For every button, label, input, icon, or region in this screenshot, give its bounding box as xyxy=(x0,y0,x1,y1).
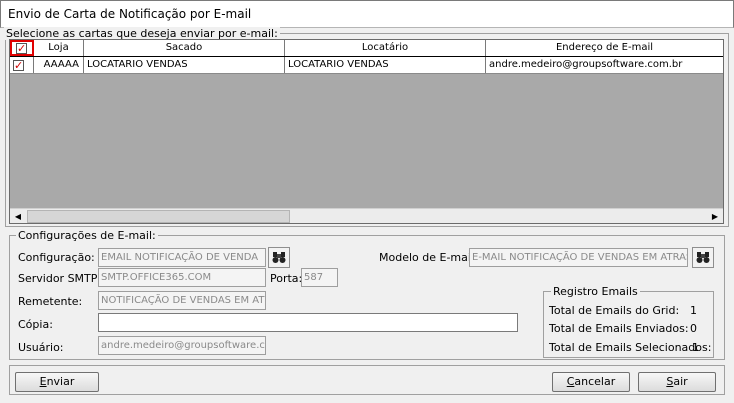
checkmark-icon: ✓ xyxy=(13,59,24,72)
title-bar: Envio de Carta de Notificação por E-mail xyxy=(0,0,734,28)
copia-field[interactable] xyxy=(98,313,518,332)
binoculars-icon xyxy=(272,252,286,263)
copia-label: Cópia: xyxy=(18,318,53,331)
checkmark-icon: ✓ xyxy=(16,42,27,55)
total-enviados-value: 0 xyxy=(690,322,697,335)
cell-loja: AAAAA xyxy=(34,57,84,73)
total-enviados-label: Total de Emails Enviados: xyxy=(549,322,689,335)
window-title: Envio de Carta de Notificação por E-mail xyxy=(8,7,252,21)
configuracao-search-button[interactable] xyxy=(268,247,290,268)
select-all-checkbox[interactable]: ✓ xyxy=(10,40,34,56)
column-header-loja[interactable]: Loja xyxy=(34,40,84,56)
total-selecionados-value: 1 xyxy=(692,341,699,354)
modelo-email-label: Modelo de E-mail: xyxy=(379,251,478,264)
modelo-email-field[interactable]: E-MAIL NOTIFICAÇÃO DE VENDAS EM ATRAS xyxy=(469,248,688,267)
usuario-label: Usuário: xyxy=(18,341,64,354)
config-section-legend: Configurações de E-mail: xyxy=(16,229,158,242)
enviar-mnemonic: E xyxy=(39,375,47,388)
remetente-label: Remetente: xyxy=(18,295,83,308)
arrow-left-icon[interactable]: ◀ xyxy=(10,209,26,223)
configuracao-field[interactable]: EMAIL NOTIFICAÇÃO DE VENDA xyxy=(98,248,266,267)
enviar-label-rest: nviar xyxy=(46,375,75,388)
cancelar-label-rest: ancelar xyxy=(574,375,616,388)
registro-emails-legend: Registro Emails xyxy=(551,285,640,298)
remetente-field[interactable]: NOTIFICAÇÃO DE VENDAS EM ATR xyxy=(98,291,266,310)
cell-sacado: LOCATARIO VENDAS xyxy=(84,57,285,73)
servidor-smtp-field[interactable]: SMTP.OFFICE365.COM xyxy=(98,268,266,287)
column-header-email[interactable]: Endereço de E-mail xyxy=(486,40,723,56)
servidor-smtp-label: Servidor SMTP: xyxy=(18,272,102,285)
binoculars-icon xyxy=(696,252,710,263)
cancelar-button[interactable]: Cancelar xyxy=(552,372,630,392)
horizontal-scrollbar[interactable]: ◀ ▶ xyxy=(10,208,723,223)
table-row[interactable]: ✓ AAAAA LOCATARIO VENDAS LOCATARIO VENDA… xyxy=(10,57,723,74)
configuracao-label: Configuração: xyxy=(18,251,95,264)
cell-locatario: LOCATARIO VENDAS xyxy=(285,57,486,73)
column-header-locatario[interactable]: Locatário xyxy=(285,40,486,56)
porta-field[interactable]: 587 xyxy=(301,268,338,287)
column-header-sacado[interactable]: Sacado xyxy=(84,40,285,56)
arrow-right-icon[interactable]: ▶ xyxy=(707,209,723,223)
cell-email: andre.medeiro@groupsoftware.com.br xyxy=(486,57,723,73)
row-checkbox[interactable]: ✓ xyxy=(10,57,34,73)
cartas-grid[interactable]: ✓ Loja Sacado Locatário Endereço de E-ma… xyxy=(9,39,724,224)
grid-header-row: ✓ Loja Sacado Locatário Endereço de E-ma… xyxy=(10,40,723,57)
porta-label: Porta: xyxy=(270,272,303,285)
usuario-field[interactable]: andre.medeiro@groupsoftware.co xyxy=(98,336,266,355)
total-selecionados-label: Total de Emails Selecionados: xyxy=(549,341,712,354)
sair-label-rest: air xyxy=(673,375,688,388)
scrollbar-thumb[interactable] xyxy=(27,210,290,223)
enviar-button[interactable]: Enviar xyxy=(15,372,99,392)
total-grid-value: 1 xyxy=(690,304,697,317)
sair-button[interactable]: Sair xyxy=(638,372,716,392)
modelo-email-search-button[interactable] xyxy=(692,247,714,268)
total-grid-label: Total de Emails do Grid: xyxy=(549,304,680,317)
